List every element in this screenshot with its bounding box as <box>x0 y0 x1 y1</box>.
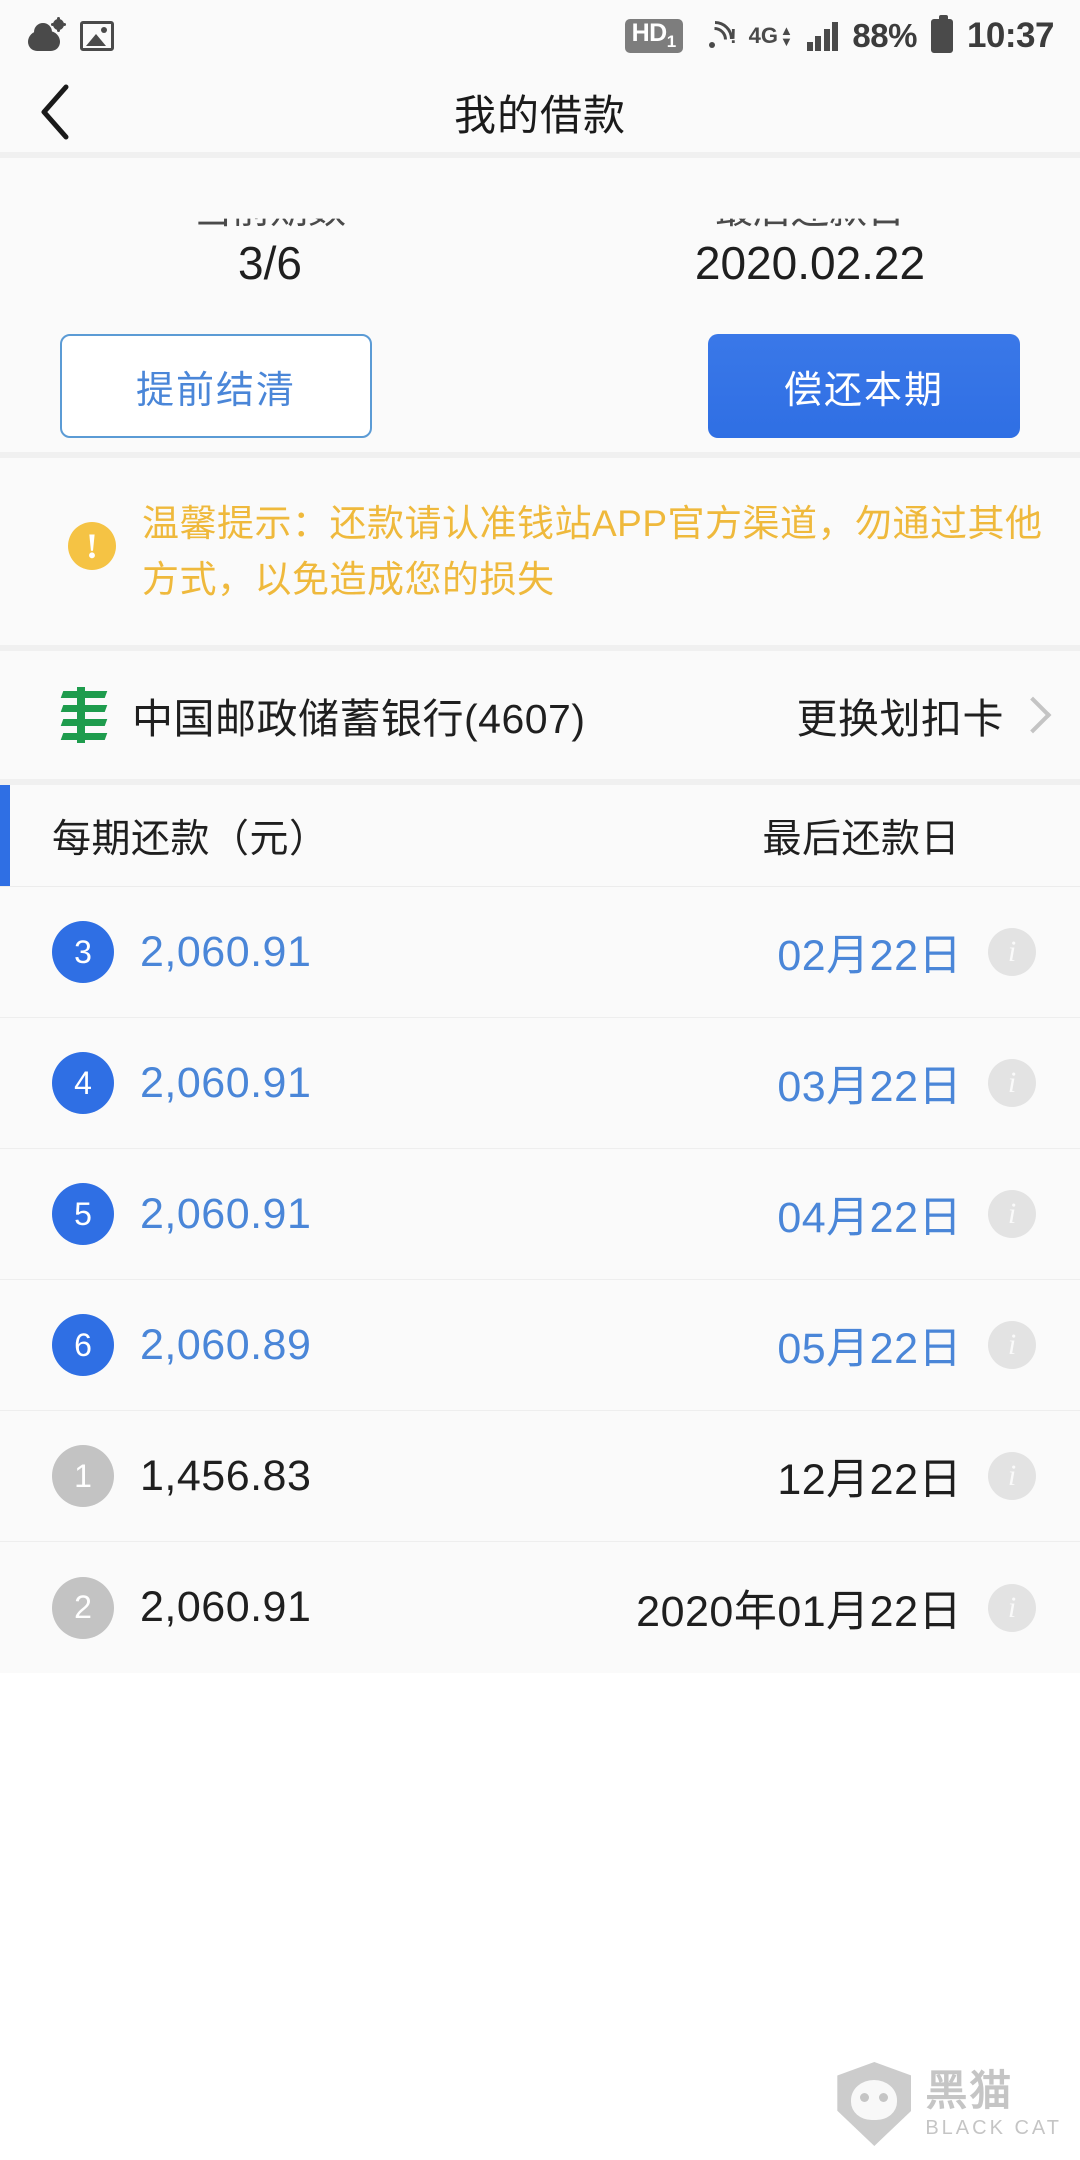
table-row[interactable]: 5 2,060.91 04月22日 i <box>0 1149 1080 1280</box>
loan-summary-card: 当前期数 最后还款日 3/6 2020.02.22 提前结清 偿还本期 <box>0 158 1080 452</box>
installment-amount: 2,060.91 <box>140 1189 312 1238</box>
column-header-date: 最后还款日 <box>762 817 960 861</box>
installment-number-badge: 5 <box>52 1183 114 1245</box>
info-icon[interactable]: i <box>988 928 1036 976</box>
page-title: 我的借款 <box>453 91 626 139</box>
info-icon[interactable]: i <box>988 1190 1036 1238</box>
info-icon[interactable]: i <box>988 1321 1036 1369</box>
mobile-data-4g-icon: 4G ▲ ▼ <box>748 22 793 49</box>
summary-label-period: 当前期数 <box>193 190 346 232</box>
installment-amount: 2,060.89 <box>140 1320 312 1369</box>
weather-cloud-sun-icon <box>26 19 66 53</box>
summary-action-buttons: 提前结清 偿还本期 <box>0 290 1080 438</box>
change-card-label: 更换划扣卡 <box>796 696 1004 742</box>
watermark-text: 黑猫 BLACK CAT <box>925 2067 1062 2139</box>
repay-current-button[interactable]: 偿还本期 <box>708 334 1020 438</box>
warning-exclamation-icon: ! <box>68 522 116 570</box>
installment-number-badge: 2 <box>52 1576 114 1639</box>
repayment-schedule-table: 每期还款（元） 最后还款日 3 2,060.91 02月22日 i 4 2,06… <box>0 785 1080 1673</box>
installment-amount: 2,060.91 <box>140 1583 312 1631</box>
header-accent-bar <box>0 785 10 886</box>
change-card-button[interactable]: 更换划扣卡 <box>796 685 1052 745</box>
installment-number-badge: 6 <box>52 1314 114 1376</box>
info-icon[interactable]: i <box>988 1452 1036 1500</box>
installment-amount: 2,060.91 <box>140 927 312 976</box>
watermark-en-label: BLACK CAT <box>925 2117 1062 2139</box>
installment-number-badge: 3 <box>52 921 114 983</box>
summary-clipped-labels: 当前期数 最后还款日 <box>0 158 1080 234</box>
status-bar-left-icons <box>26 19 114 53</box>
status-bar: HD1 ! 4G ▲ ▼ 88% 10:37 <box>0 0 1080 72</box>
clock-label: 10:37 <box>966 16 1055 55</box>
installment-amount: 2,060.91 <box>140 1058 312 1107</box>
column-header-amount: 每期还款（元） <box>52 817 329 861</box>
network-type-label: 4G <box>748 23 779 49</box>
battery-percent-label: 88% <box>852 17 917 54</box>
installment-date: 02月22日 <box>777 932 962 980</box>
nav-bar: 我的借款 <box>0 72 1080 152</box>
installment-date: 12月22日 <box>777 1456 962 1504</box>
black-cat-logo-icon <box>837 2062 912 2146</box>
image-icon <box>80 21 114 51</box>
table-row[interactable]: 3 2,060.91 02月22日 i <box>0 887 1080 1018</box>
table-row[interactable]: 2 2,060.91 2020年01月22日 i <box>0 1542 1080 1673</box>
installment-date: 2020年01月22日 <box>636 1587 962 1636</box>
wifi-warning-icon: ! <box>689 13 741 65</box>
installment-date: 03月22日 <box>777 1063 962 1111</box>
table-row[interactable]: 1 1,456.83 12月22日 i <box>0 1411 1080 1542</box>
hd-badge-label: HD <box>631 18 668 47</box>
chevron-right-icon <box>1014 696 1052 734</box>
hd-voice-icon: HD1 <box>624 18 683 54</box>
table-row[interactable]: 4 2,060.91 03月22日 i <box>0 1018 1080 1149</box>
due-date-value: 2020.02.22 <box>694 237 926 289</box>
installment-number-badge: 1 <box>52 1445 114 1507</box>
table-row[interactable]: 6 2,060.89 05月22日 i <box>0 1280 1080 1411</box>
china-post-savings-bank-logo-icon <box>58 687 110 743</box>
hd-badge-sub: 1 <box>666 31 676 51</box>
status-bar-right-icons: HD1 ! 4G ▲ ▼ 88% 10:37 <box>624 13 1055 65</box>
signal-bars-icon <box>806 21 839 51</box>
battery-icon <box>930 15 953 53</box>
table-header-row: 每期还款（元） 最后还款日 <box>0 785 1080 887</box>
summary-label-due-date: 最后还款日 <box>714 190 905 232</box>
bank-card-row[interactable]: 中国邮政储蓄银行(4607) 更换划扣卡 <box>0 651 1080 779</box>
watermark: 黑猫 BLACK CAT <box>837 2062 1062 2146</box>
summary-values: 3/6 2020.02.22 <box>0 234 1080 290</box>
warning-tip-text: 温馨提示：还款请认准钱站APP官方渠道，勿通过其他方式，以免造成您的损失 <box>142 503 1043 600</box>
watermark-cn-label: 黑猫 <box>925 2067 1014 2114</box>
installment-date: 05月22日 <box>777 1325 962 1373</box>
period-value: 3/6 <box>238 237 302 289</box>
installment-number-badge: 4 <box>52 1052 114 1114</box>
settle-early-button[interactable]: 提前结清 <box>60 334 372 438</box>
bank-name-label: 中国邮政储蓄银行(4607) <box>132 696 586 742</box>
warning-tip-block: ! 温馨提示：还款请认准钱站APP官方渠道，勿通过其他方式，以免造成您的损失 <box>0 458 1080 645</box>
info-icon[interactable]: i <box>988 1583 1036 1632</box>
info-icon[interactable]: i <box>988 1059 1036 1107</box>
installment-date: 04月22日 <box>777 1194 962 1242</box>
installment-amount: 1,456.83 <box>140 1451 312 1500</box>
